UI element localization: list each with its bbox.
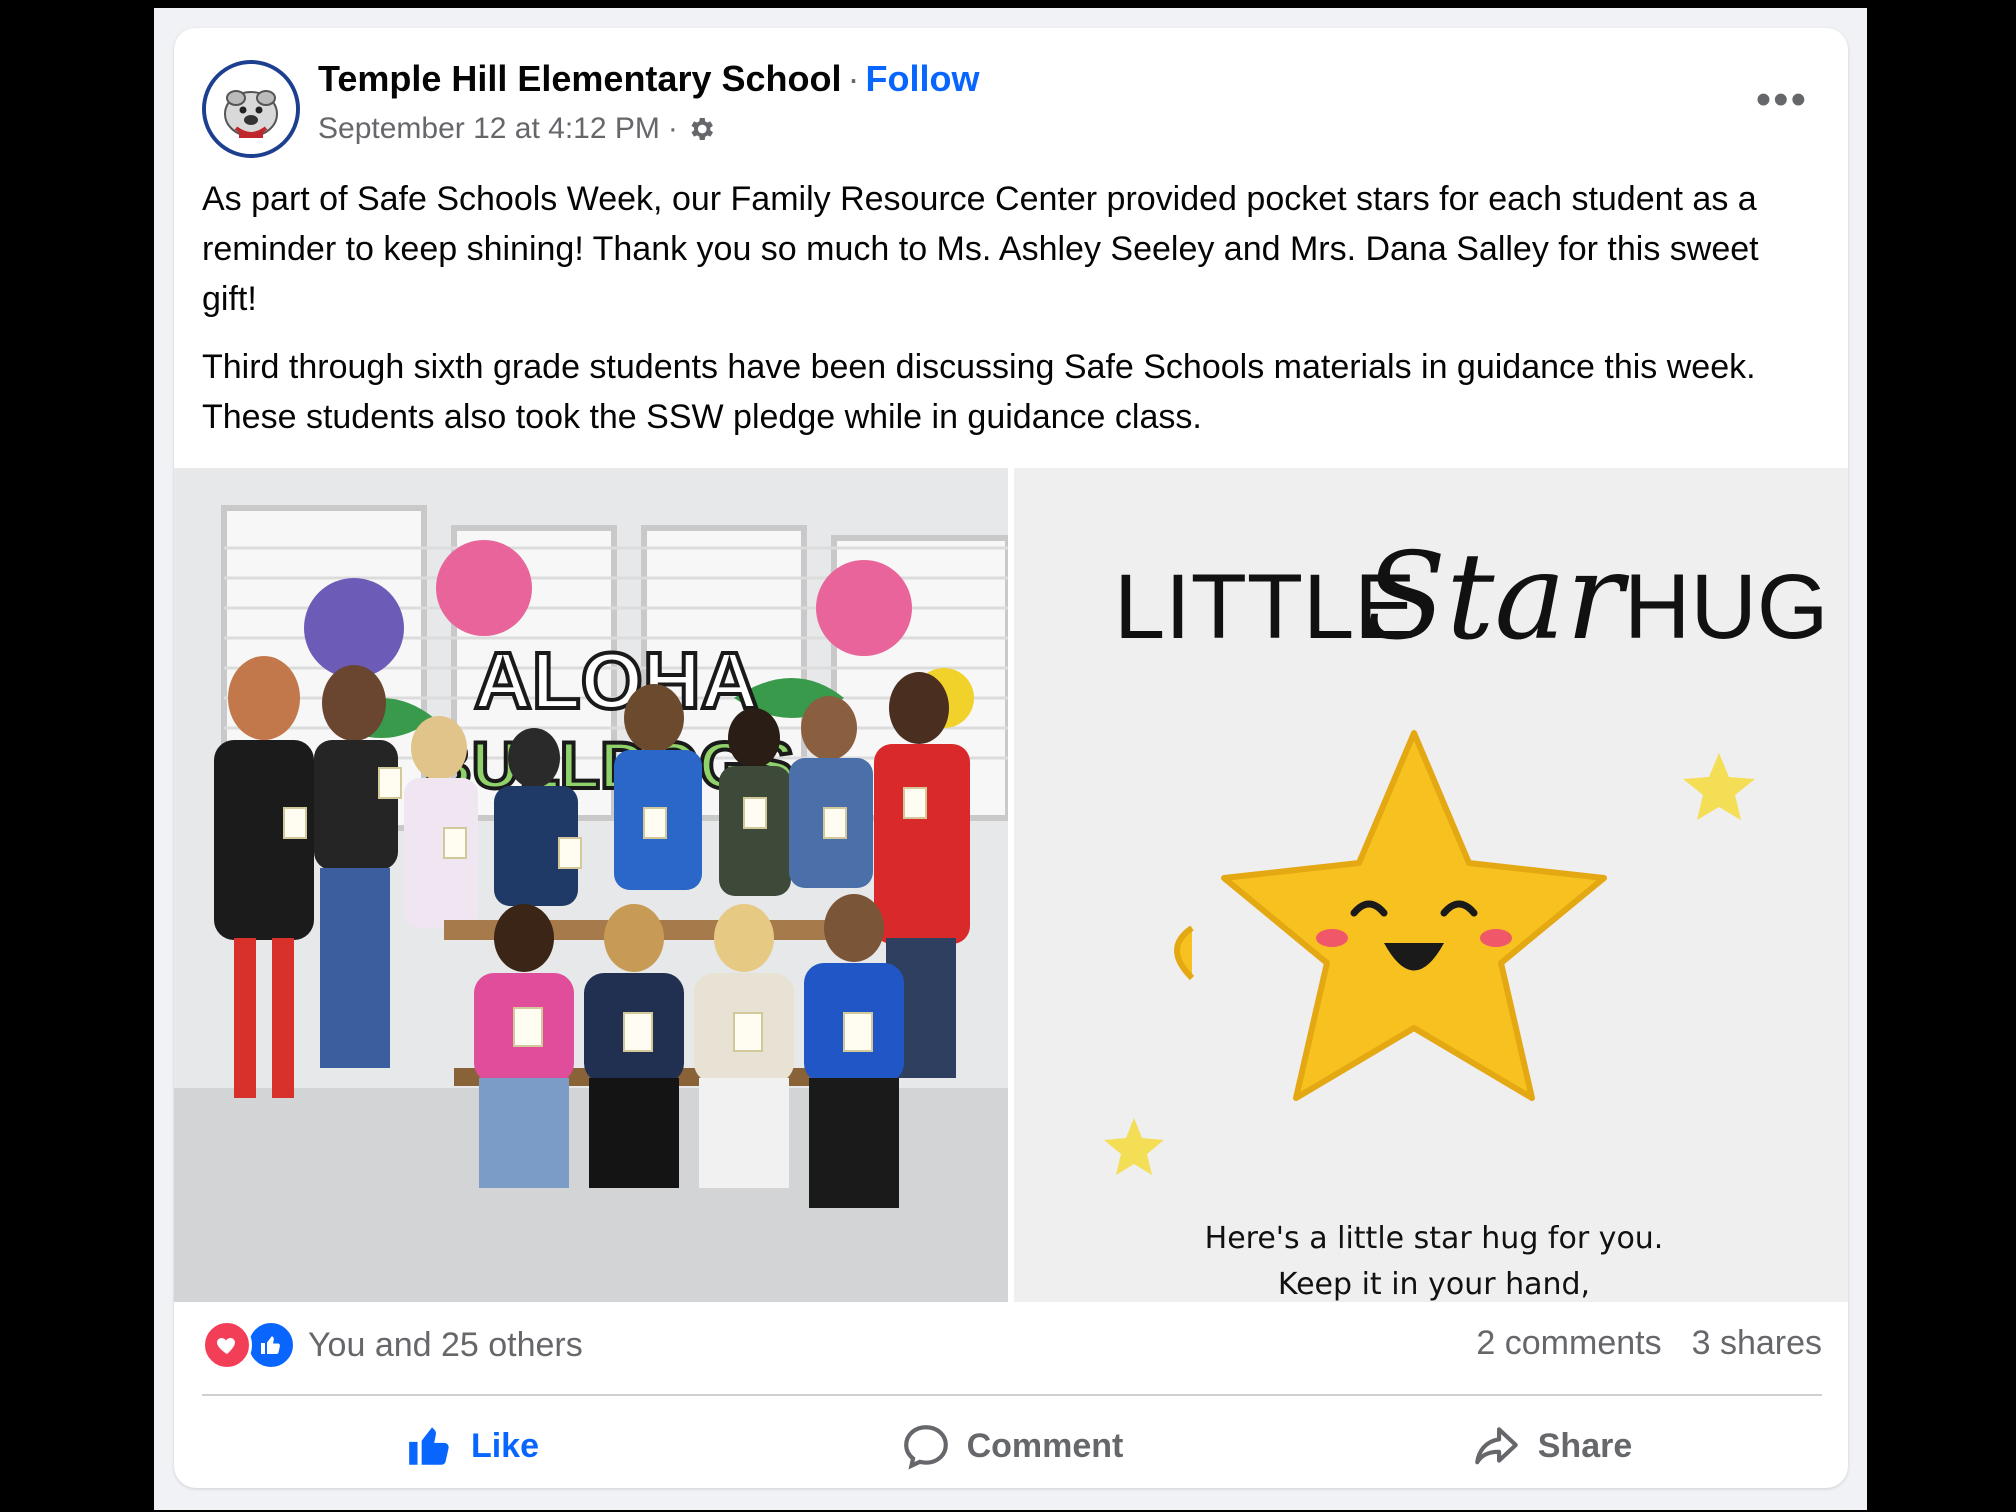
header-separator: · [847, 58, 860, 99]
thumbs-up-icon [246, 1320, 296, 1370]
card-message-line2: Keep it in your hand, [1278, 1267, 1590, 1302]
comment-label: Comment [966, 1426, 1124, 1465]
post-stats: You and 25 others 2 comments 3 shares [202, 1320, 1822, 1376]
post-frame: Temple Hill Elementary School · Follow Sep… [154, 8, 1867, 1510]
group-photo[interactable]: ALOHA BULLDOGS [174, 468, 1008, 1302]
share-button[interactable]: Share [1282, 1404, 1822, 1488]
group-photo-illustration: ALOHA BULLDOGS [174, 468, 1008, 1302]
share-icon [1474, 1427, 1518, 1465]
more-options-button[interactable]: ••• [1756, 78, 1808, 122]
reactions-text: You and 25 others [308, 1325, 583, 1364]
gear-icon[interactable] [686, 114, 716, 144]
post-paragraph-1: As part of Safe Schools Week, our Family… [202, 180, 1759, 318]
post-meta: September 12 at 4:12 PM · [318, 112, 716, 146]
comment-button[interactable]: Comment [742, 1404, 1282, 1488]
thumbs-up-icon [409, 1427, 449, 1465]
card-title-hug: HUG [1624, 556, 1828, 658]
post-card: Temple Hill Elementary School · Follow Sep… [174, 28, 1848, 1488]
follow-button[interactable]: Follow [865, 58, 979, 99]
star-hug-photo[interactable]: LITTLE Star HUG Here's a little star hug… [1014, 468, 1848, 1302]
share-label: Share [1537, 1426, 1633, 1465]
engagement-counts: 2 comments 3 shares [1476, 1324, 1822, 1363]
actions-divider [202, 1394, 1822, 1396]
reactions-summary[interactable]: You and 25 others [202, 1320, 583, 1370]
star-hug-card-illustration: LITTLE Star HUG Here's a little star hug… [1014, 468, 1848, 1302]
post-header-title: Temple Hill Elementary School · Follow [318, 58, 979, 100]
like-button[interactable]: Like [202, 1404, 742, 1488]
like-label: Like [470, 1426, 540, 1465]
comment-icon [903, 1425, 948, 1470]
post-actions: Like Comment Share [202, 1404, 1822, 1488]
post-body: As part of Safe Schools Week, our Family… [202, 174, 1822, 460]
card-message-line1: Here's a little star hug for you. [1205, 1221, 1664, 1256]
page-avatar[interactable] [202, 60, 300, 158]
shares-count[interactable]: 3 shares [1692, 1324, 1822, 1363]
bulldog-logo [206, 64, 296, 154]
post-paragraph-2: Third through sixth grade students have … [202, 348, 1756, 436]
aloha-sign-text: ALOHA [474, 636, 758, 725]
card-title-star: Star [1364, 528, 1630, 667]
meta-separator: · [667, 112, 678, 145]
post-timestamp[interactable]: September 12 at 4:12 PM [318, 112, 660, 146]
author-name[interactable]: Temple Hill Elementary School [318, 58, 841, 99]
heart-icon [202, 1320, 252, 1370]
comments-count[interactable]: 2 comments [1476, 1324, 1661, 1363]
